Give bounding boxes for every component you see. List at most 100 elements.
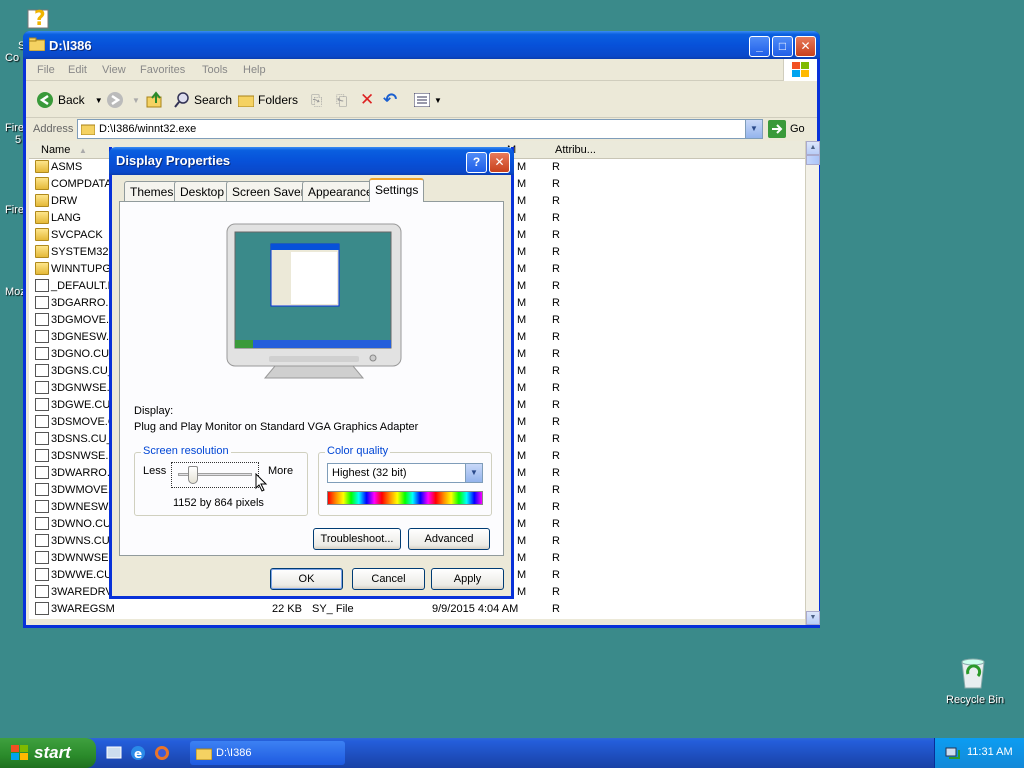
- forward-button[interactable]: ▼: [106, 90, 140, 110]
- menu-help[interactable]: Help: [243, 64, 266, 76]
- close-button[interactable]: ✕: [795, 36, 816, 57]
- folder-icon: [35, 245, 49, 258]
- table-row[interactable]: 3WAREGSM 22 KB SY_ File 9/9/2015 4:04 AM R: [29, 601, 805, 618]
- file-attributes: R: [552, 161, 560, 173]
- help-desktop-icon[interactable]: ?: [26, 4, 52, 33]
- column-name[interactable]: Name: [41, 144, 70, 156]
- resolution-value: 1152 by 864 pixels: [173, 497, 264, 509]
- quick-launch-ie[interactable]: e: [130, 745, 146, 764]
- vertical-scrollbar[interactable]: ▲ ▼: [805, 141, 820, 625]
- dialog-close-button[interactable]: ✕: [489, 152, 510, 173]
- chevron-up-icon: ▲: [809, 144, 817, 151]
- minimize-button[interactable]: _: [749, 36, 770, 57]
- file-icon: [35, 568, 49, 581]
- column-attributes[interactable]: Attribu...: [555, 144, 596, 156]
- color-quality-label: Color quality: [325, 445, 391, 457]
- back-button[interactable]: Back ▼: [36, 90, 103, 110]
- svg-text:e: e: [134, 747, 142, 761]
- scroll-down-button[interactable]: ▼: [806, 611, 820, 625]
- tab-desktop[interactable]: Desktop: [174, 181, 231, 201]
- clock[interactable]: 11:31 AM: [967, 746, 1013, 758]
- tab-screen-saver[interactable]: Screen Saver: [226, 181, 311, 201]
- taskbar-window-explorer[interactable]: D:\I386: [190, 741, 345, 765]
- show-desktop-icon: [106, 746, 122, 759]
- troubleshoot-button[interactable]: Troubleshoot...: [313, 528, 401, 550]
- maximize-button[interactable]: □: [772, 36, 793, 57]
- taskbar-window-title: D:\I386: [216, 747, 252, 759]
- cancel-button[interactable]: Cancel: [352, 568, 425, 590]
- folder-icon: [35, 160, 49, 173]
- color-quality-select[interactable]: Highest (32 bit) ▼: [327, 463, 483, 483]
- recycle-bin-icon: [961, 658, 985, 689]
- color-quality-dropdown[interactable]: ▼: [465, 464, 482, 482]
- chevron-down-icon[interactable]: ▼: [132, 96, 140, 105]
- address-bar: Address D:\I386/winnt32.exe ▼ Go: [26, 118, 817, 142]
- file-name: 3DSMOVE.C: [51, 416, 116, 428]
- more-label: More: [268, 465, 294, 477]
- file-name: WINNTUPG: [51, 263, 111, 275]
- quick-launch-desktop[interactable]: [106, 745, 122, 764]
- close-icon: ✕: [494, 155, 505, 169]
- chevron-down-icon[interactable]: ▼: [95, 96, 103, 105]
- file-modified: M: [517, 212, 527, 224]
- windows-logo: [783, 59, 817, 81]
- scroll-thumb[interactable]: [806, 155, 820, 165]
- scroll-up-button[interactable]: ▲: [806, 141, 820, 155]
- views-button[interactable]: ▼: [414, 90, 442, 110]
- menu-file[interactable]: File: [37, 64, 55, 76]
- go-arrow-icon: [768, 120, 786, 138]
- file-icon: [35, 466, 49, 479]
- undo-button[interactable]: ↶: [383, 90, 397, 110]
- advanced-button[interactable]: Advanced: [408, 528, 490, 550]
- apply-button[interactable]: Apply: [431, 568, 504, 590]
- file-icon: [35, 279, 49, 292]
- monitor-preview: [225, 222, 405, 385]
- file-name: LANG: [51, 212, 81, 224]
- move-to-icon: ⎘: [311, 91, 323, 108]
- views-icon: [414, 93, 430, 107]
- delete-button[interactable]: ✕: [360, 90, 374, 110]
- chevron-down-icon: ▼: [750, 124, 758, 133]
- address-input[interactable]: D:\I386/winnt32.exe ▼: [77, 119, 763, 139]
- tab-settings[interactable]: Settings: [369, 178, 425, 202]
- help-button[interactable]: ?: [466, 152, 487, 173]
- menu-view[interactable]: View: [102, 64, 126, 76]
- recycle-bin-label: Recycle Bin: [946, 694, 1005, 706]
- address-value: D:\I386/winnt32.exe: [99, 123, 197, 135]
- menu-bar: File Edit View Favorites Tools Help: [26, 59, 817, 81]
- minimize-icon: _: [756, 39, 763, 53]
- folder-icon: [238, 95, 254, 107]
- quick-launch-firefox[interactable]: [154, 745, 170, 764]
- menu-favorites[interactable]: Favorites: [140, 64, 185, 76]
- copy-to-button[interactable]: ⎗: [336, 90, 347, 110]
- file-attributes: R: [552, 399, 560, 411]
- dialog-titlebar[interactable]: Display Properties ? ✕: [109, 147, 514, 175]
- tab-themes[interactable]: Themes: [124, 181, 180, 201]
- file-modified: M: [517, 399, 527, 411]
- tab-appearance[interactable]: Appearance: [302, 181, 379, 201]
- search-button[interactable]: Search: [174, 90, 232, 110]
- ok-button[interactable]: OK: [270, 568, 343, 590]
- file-name: 3DWARRO.C: [51, 467, 118, 479]
- menu-tools[interactable]: Tools: [202, 64, 228, 76]
- up-folder-button[interactable]: [146, 90, 164, 110]
- network-icon[interactable]: [945, 745, 961, 761]
- resolution-slider[interactable]: [171, 462, 259, 488]
- start-button[interactable]: start: [0, 738, 96, 768]
- slider-thumb[interactable]: [187, 466, 198, 484]
- folders-label: Folders: [258, 93, 299, 107]
- file-modified: M: [517, 569, 527, 581]
- go-button[interactable]: Go: [768, 120, 805, 138]
- move-to-button[interactable]: ⎘: [311, 90, 322, 110]
- desktop-icon-label: Fire: [5, 204, 24, 216]
- file-attributes: R: [552, 433, 560, 445]
- settings-panel: Display: Plug and Play Monitor on Standa…: [119, 201, 504, 556]
- recycle-bin-icon[interactable]: [956, 656, 990, 693]
- file-attributes: R: [552, 518, 560, 530]
- folders-button[interactable]: Folders: [238, 90, 298, 110]
- file-date: 9/9/2015 4:04 AM: [432, 603, 519, 615]
- explorer-titlebar[interactable]: D:\I386 _ □ ✕: [23, 31, 820, 59]
- address-dropdown[interactable]: ▼: [745, 120, 762, 138]
- menu-edit[interactable]: Edit: [68, 64, 87, 76]
- file-name: 3DGNWSE.C: [51, 382, 118, 394]
